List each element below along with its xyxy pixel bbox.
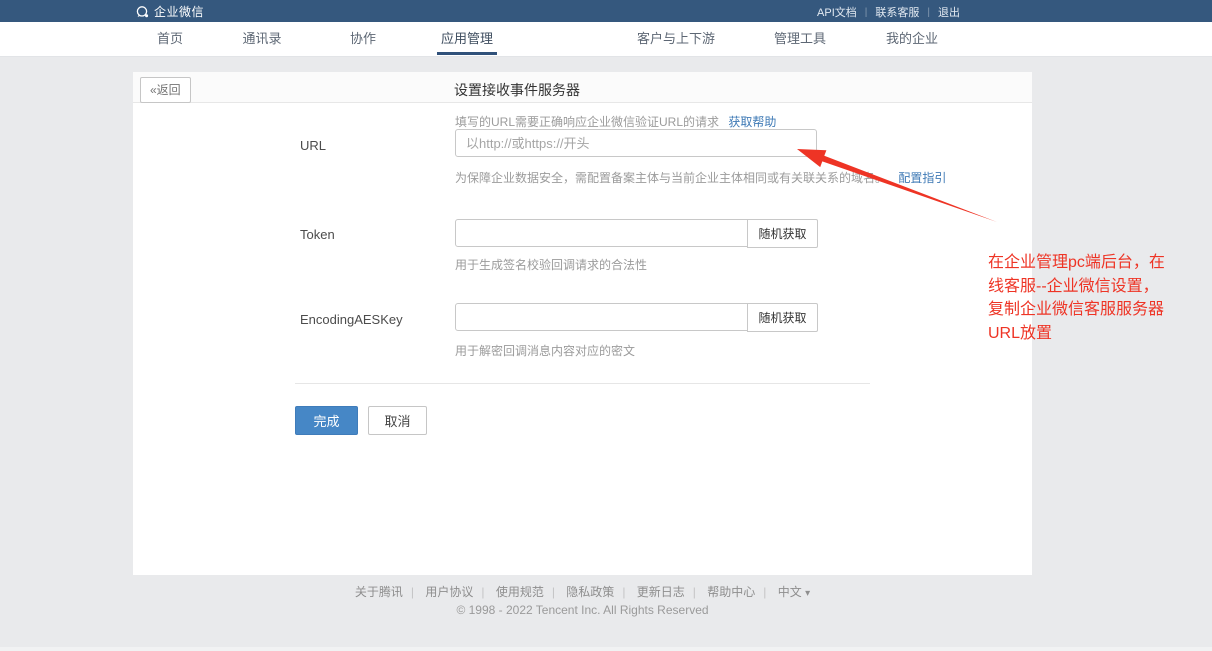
bottom-strip [0, 647, 1212, 651]
footer-link-about[interactable]: 关于腾讯 [353, 585, 405, 599]
submit-button[interactable]: 完成 [295, 406, 358, 435]
token-label: Token [300, 227, 335, 242]
footer-separator: | [405, 585, 420, 599]
annotation-arrow-icon [780, 135, 1010, 235]
card-header: «返回 设置接收事件服务器 [133, 72, 1032, 103]
annotation-note: 在企业管理pc端后台，在 线客服--企业微信设置， 复制企业微信客服服务器 UR… [988, 251, 1203, 345]
aeskey-label: EncodingAESKey [300, 312, 403, 327]
nav-item-admin-tools[interactable]: 管理工具 [774, 22, 826, 57]
aeskey-random-button[interactable]: 随机获取 [747, 303, 818, 332]
footer-separator: | [757, 585, 772, 599]
token-input[interactable] [455, 219, 748, 247]
main-nav: 首页 通讯录 协作 应用管理 客户与上下游 管理工具 我的企业 [0, 22, 1212, 57]
aeskey-tip: 用于解密回调消息内容对应的密文 [455, 342, 635, 359]
footer-separator: | [546, 585, 561, 599]
annotation-line: URL放置 [988, 322, 1203, 346]
url-tip-above: 填写的URL需要正确响应企业微信验证URL的请求 获取帮助 [455, 113, 776, 130]
footer-separator: | [687, 585, 702, 599]
top-bar: 企业微信 API文档 | 联系客服 | 退出 [0, 0, 1212, 22]
topbar-links: API文档 | 联系客服 | 退出 [809, 4, 968, 20]
url-label: URL [300, 138, 326, 153]
url-input[interactable] [455, 129, 817, 157]
back-button[interactable]: «返回 [140, 77, 191, 103]
nav-item-app-management[interactable]: 应用管理 [441, 22, 493, 57]
get-help-link[interactable]: 获取帮助 [728, 115, 776, 129]
annotation-line: 复制企业微信客服服务器 [988, 298, 1203, 322]
annotation-line: 在企业管理pc端后台，在 [988, 251, 1203, 275]
aeskey-input[interactable] [455, 303, 748, 331]
caret-down-icon: ▾ [805, 588, 810, 599]
nav-item-customers[interactable]: 客户与上下游 [637, 22, 715, 57]
footer-link-help-center[interactable]: 帮助中心 [705, 585, 757, 599]
chat-bubble-icon [135, 5, 150, 19]
topbar-link-logout[interactable]: 退出 [930, 4, 968, 20]
page-title: 设置接收事件服务器 [454, 80, 580, 100]
nav-item-collaboration[interactable]: 协作 [350, 22, 376, 57]
language-label: 中文 [778, 585, 802, 599]
footer-separator: | [616, 585, 631, 599]
token-tip: 用于生成签名校验回调请求的合法性 [455, 256, 647, 273]
copyright-text: © 1998 - 2022 Tencent Inc. All Rights Re… [133, 603, 1032, 617]
footer-separator: | [475, 585, 490, 599]
annotation-line: 线客服--企业微信设置， [988, 275, 1203, 299]
footer-links: 关于腾讯| 用户协议| 使用规范| 隐私政策| 更新日志| 帮助中心| 中文 ▾ [133, 583, 1032, 600]
url-tip-above-text: 填写的URL需要正确响应企业微信验证URL的请求 [455, 115, 719, 129]
footer: 关于腾讯| 用户协议| 使用规范| 隐私政策| 更新日志| 帮助中心| 中文 ▾… [133, 583, 1032, 617]
footer-link-privacy[interactable]: 隐私政策 [564, 585, 616, 599]
logo-text: 企业微信 [154, 3, 204, 20]
cancel-button[interactable]: 取消 [368, 406, 427, 435]
nav-item-home[interactable]: 首页 [157, 22, 183, 57]
footer-link-agreement[interactable]: 用户协议 [423, 585, 475, 599]
topbar-link-api-docs[interactable]: API文档 [809, 4, 865, 20]
form-divider [295, 383, 870, 384]
footer-link-changelog[interactable]: 更新日志 [635, 585, 687, 599]
nav-item-my-company[interactable]: 我的企业 [886, 22, 938, 57]
wechat-work-logo[interactable]: 企业微信 [135, 3, 204, 20]
topbar-link-contact-support[interactable]: 联系客服 [867, 4, 927, 20]
footer-link-rules[interactable]: 使用规范 [494, 585, 546, 599]
nav-item-contacts[interactable]: 通讯录 [242, 22, 281, 57]
language-selector[interactable]: 中文 ▾ [776, 585, 812, 599]
